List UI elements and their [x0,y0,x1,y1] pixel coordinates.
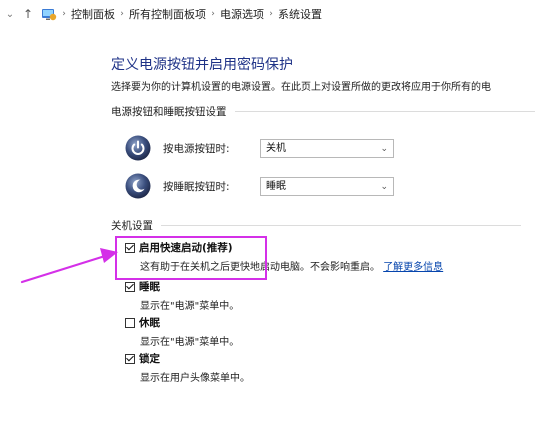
power-button-label: 按电源按钮时: [163,142,230,155]
breadcrumb-control-panel[interactable]: 控制面板 [71,6,115,22]
power-section-header: 电源按钮和睡眠按钮设置 [111,104,535,119]
power-options-page: ⌄ ↑ › 控制面板 › 所有控制面板项 › 电源选项 › 系统设置 定义电源按… [0,0,537,429]
sleep-checkbox[interactable] [125,281,135,292]
power-section-title: 电源按钮和睡眠按钮设置 [111,106,227,118]
lock-checkbox[interactable] [125,353,135,364]
power-icon [125,135,151,161]
sleep-button-row: 按睡眠按钮时: 睡眠 ⌄ [125,173,394,199]
hibernate-description: 显示在"电源"菜单中。 [140,337,240,348]
power-button-select[interactable]: 关机 ⌄ [260,138,394,158]
chevron-down-icon: ⌄ [380,181,388,192]
fast-startup-label[interactable]: 启用快速启动(推荐) [139,240,233,255]
hibernate-checkbox[interactable] [125,317,135,328]
breadcrumb-separator: › [269,9,273,19]
fast-startup-description: 这有助于在关机之后更快地启动电脑。不会影响重启。 [140,262,380,273]
lock-description: 显示在用户头像菜单中。 [140,373,250,384]
sleep-button-select[interactable]: 睡眠 ⌄ [260,176,394,196]
breadcrumb-all-items[interactable]: 所有控制面板项 [129,6,206,22]
lock-option: 锁定 显示在用户头像菜单中。 [125,351,250,384]
control-panel-icon [42,9,57,21]
fast-startup-checkbox[interactable] [125,242,135,253]
sleep-option: 睡眠 显示在"电源"菜单中。 [125,279,239,312]
section-divider [161,225,521,226]
power-button-value: 关机 [266,142,286,154]
page-title: 定义电源按钮并启用密码保护 [111,57,293,73]
learn-more-link[interactable]: 了解更多信息 [383,262,443,273]
sleep-description: 显示在"电源"菜单中。 [140,301,240,312]
address-bar[interactable]: ⌄ ↑ › 控制面板 › 所有控制面板项 › 电源选项 › 系统设置 [0,0,537,28]
chevron-down-icon: ⌄ [380,143,388,154]
page-description: 选择要为你的计算机设置的电源设置。在此页上对设置所做的更改将应用于你所有的电 [111,82,491,93]
chevron-down-icon[interactable]: ⌄ [3,9,17,20]
breadcrumb-separator: › [211,9,215,19]
sleep-button-value: 睡眠 [266,180,286,192]
lock-label[interactable]: 锁定 [139,351,160,366]
shutdown-section-title: 关机设置 [111,220,153,232]
power-button-row: 按电源按钮时: 关机 ⌄ [125,135,394,161]
sleep-label[interactable]: 睡眠 [139,279,160,294]
breadcrumb-separator: › [62,9,66,19]
breadcrumb-power-options[interactable]: 电源选项 [220,6,264,22]
hibernate-label[interactable]: 休眠 [139,315,160,330]
sleep-button-label: 按睡眠按钮时: [163,180,230,193]
breadcrumb-separator: › [120,9,124,19]
section-divider [234,111,535,112]
sleep-icon [125,173,151,199]
hibernate-option: 休眠 显示在"电源"菜单中。 [125,315,239,348]
breadcrumb-system-settings[interactable]: 系统设置 [278,6,322,22]
fast-startup-option: 启用快速启动(推荐) 这有助于在关机之后更快地启动电脑。不会影响重启。 了解更多… [125,240,443,273]
shutdown-section-header: 关机设置 [111,218,521,233]
up-arrow-icon[interactable]: ↑ [21,7,35,21]
